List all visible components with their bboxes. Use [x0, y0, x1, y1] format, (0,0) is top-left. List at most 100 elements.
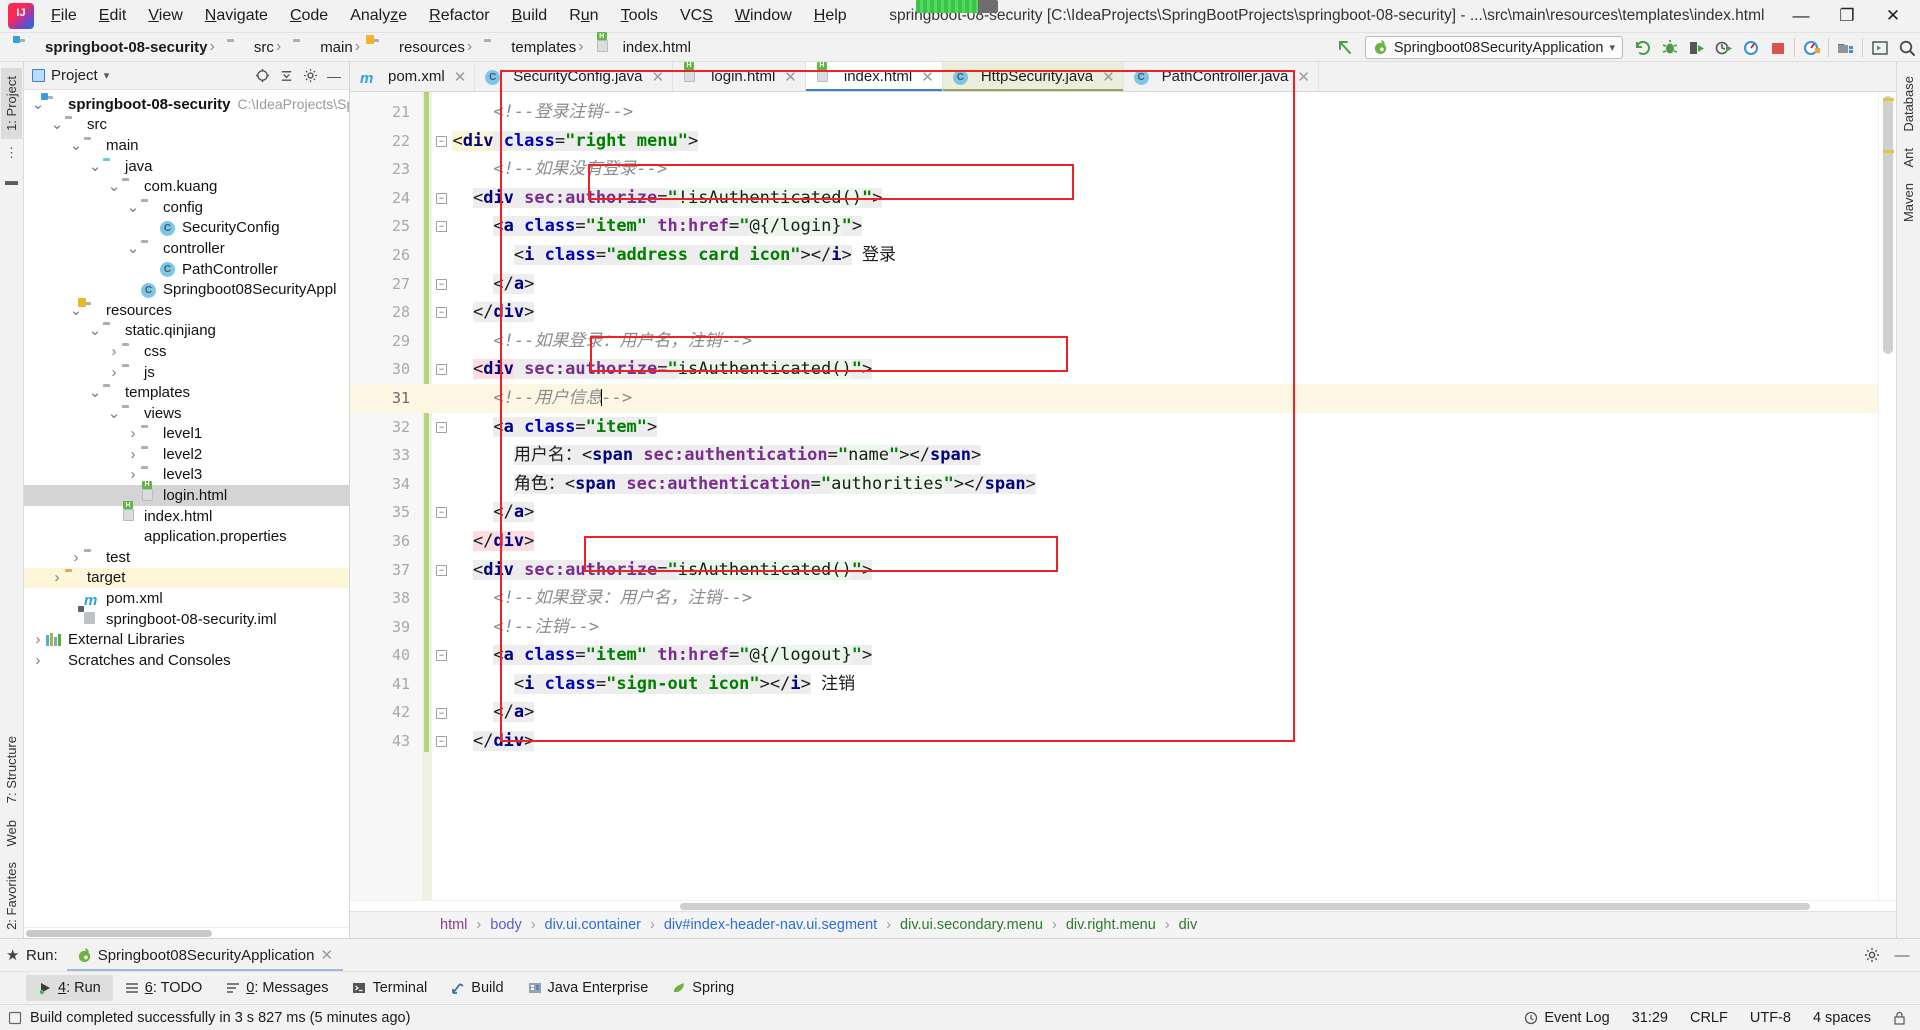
run-configuration-selector[interactable]: Springboot08SecurityApplication ▾ [1364, 36, 1623, 59]
menu-item-help[interactable]: Help [803, 3, 858, 29]
line-number[interactable]: 38 [350, 584, 422, 613]
project-horizontal-scrollbar[interactable] [24, 927, 349, 938]
sidebar-tab-structure[interactable]: 7: Structure [1, 728, 22, 811]
tree-node-config[interactable]: ⌄ config [24, 197, 349, 218]
editor-tab-pathcontroller-java[interactable]: C PathController.java ✕ [1124, 62, 1319, 91]
tree-node-springboot-08-security[interactable]: ⌄ springboot-08-security C:\IdeaProjects\S… [24, 93, 349, 115]
code-line-36[interactable]: </div> [422, 527, 1878, 556]
navbar-crumb-src[interactable]: src [208, 38, 274, 56]
line-number[interactable]: 28 [350, 298, 422, 327]
collapse-all-icon[interactable] [275, 65, 297, 87]
stop-icon[interactable] [1764, 34, 1791, 61]
editor-tab-securityconfig-java[interactable]: C SecurityConfig.java ✕ [475, 62, 674, 91]
editor-tab-httpsecurity-java[interactable]: C HttpSecurity.java ✕ [942, 62, 1124, 91]
chevron-right-icon[interactable]: › [68, 549, 84, 566]
tree-node-securityconfig[interactable]: C SecurityConfig [24, 218, 349, 239]
line-number[interactable]: 41 [350, 670, 422, 699]
chevron-down-icon[interactable]: ⌄ [106, 406, 122, 421]
chevron-down-icon[interactable]: ⌄ [49, 117, 65, 132]
indent-setting[interactable]: 4 spaces [1813, 1010, 1871, 1026]
chevron-right-icon[interactable]: › [125, 425, 141, 442]
line-number[interactable]: 40 [350, 641, 422, 670]
editor-tab-login-html[interactable]: Hlogin.html ✕ [673, 62, 806, 91]
close-icon[interactable]: ✕ [652, 68, 665, 86]
chevron-right-icon[interactable]: › [106, 364, 122, 381]
line-number[interactable]: 31 [350, 383, 422, 413]
run-tab-springboot08securityapplication[interactable]: Springboot08SecurityApplication ✕ [66, 939, 344, 971]
tree-node-views[interactable]: ⌄ views [24, 403, 349, 424]
close-icon[interactable]: ✕ [921, 68, 934, 86]
tree-node-css[interactable]: › css [24, 341, 349, 362]
bottom-tool-tabs[interactable]: 4: Run 6: TODO 0: Messages Terminal Build Jav… [0, 971, 1920, 1004]
line-number[interactable]: 22 [350, 127, 422, 156]
bottom-tab-terminal[interactable]: Terminal [340, 975, 439, 1001]
code-line-21[interactable]: <!--登录注销--> [422, 98, 1878, 127]
hide-panel-icon[interactable]: — [323, 65, 345, 87]
code-line-42[interactable]: </a> [422, 698, 1878, 727]
profiler-icon[interactable] [1710, 34, 1737, 61]
editor-tab-index-html[interactable]: Hindex.html ✕ [805, 62, 943, 91]
coverage-icon[interactable] [1683, 34, 1710, 61]
code-line-28[interactable]: </div> [422, 298, 1878, 327]
menu-item-run[interactable]: Run [558, 3, 609, 29]
close-icon[interactable]: ✕ [1102, 68, 1115, 86]
code-line-30[interactable]: <div sec:authorize="isAuthenticated()"> [422, 355, 1878, 384]
bottom-tab-java-enterprise[interactable]: Java Enterprise [516, 975, 661, 1001]
line-number[interactable]: 33 [350, 441, 422, 470]
tree-node-controller[interactable]: ⌄ controller [24, 238, 349, 259]
tree-node-springboot-08-security-iml[interactable]: springboot-08-security.iml [24, 606, 349, 630]
tree-node-resources[interactable]: ⌄ resources [24, 298, 349, 321]
code-line-29[interactable]: <!--如果登录：用户名，注销--> [422, 327, 1878, 356]
project-structure-icon[interactable] [1832, 34, 1859, 61]
menu-item-navigate[interactable]: Navigate [194, 3, 279, 29]
tree-node-scratches-and-consoles[interactable]: › Scratches and Consoles [24, 650, 349, 671]
maximize-button[interactable]: ❐ [1824, 0, 1870, 33]
debug-icon[interactable] [1656, 34, 1683, 61]
menu-item-edit[interactable]: Edit [88, 3, 138, 29]
sidebar-tab-maven[interactable]: Maven [1898, 175, 1919, 230]
locate-icon[interactable] [251, 65, 273, 87]
menu-item-tools[interactable]: Tools [610, 3, 669, 29]
code-line-38[interactable]: <!--如果登录：用户名，注销--> [422, 584, 1878, 613]
line-number[interactable]: 34 [350, 470, 422, 499]
tree-node-static-qinjiang[interactable]: ⌄ static.qinjiang [24, 321, 349, 342]
chevron-down-icon[interactable]: ⌄ [68, 303, 84, 318]
line-number[interactable]: 35 [350, 498, 422, 527]
tree-node-pathcontroller[interactable]: C PathController [24, 259, 349, 280]
code-line-37[interactable]: <div sec:authorize="isAuthenticated()"> [422, 556, 1878, 585]
menu-item-analyze[interactable]: Analyze [339, 3, 418, 29]
bottom-tab-6-todo[interactable]: 6: TODO [113, 975, 215, 1001]
chevron-right-icon[interactable]: › [125, 446, 141, 463]
back-arrow-icon[interactable] [1332, 34, 1359, 61]
line-number[interactable]: 25 [350, 212, 422, 241]
editor-breadcrumb-bar[interactable]: htmlbodydiv.ui.containerdiv#index-header… [350, 911, 1896, 938]
breadcrumb-div-ui-secondary-menu[interactable]: div.ui.secondary.menu [877, 917, 1043, 933]
navbar-crumb-project[interactable]: springboot-08-security [13, 36, 208, 56]
tree-node-java[interactable]: ⌄ java [24, 156, 349, 177]
line-number[interactable]: 42 [350, 698, 422, 727]
bottom-tab-4-run[interactable]: 4: Run [26, 975, 113, 1001]
breadcrumb-div-index-header-nav-ui-segment[interactable]: div#index-header-nav.ui.segment [641, 917, 877, 933]
close-icon[interactable]: ✕ [784, 68, 797, 86]
rerun-icon[interactable] [1629, 34, 1656, 61]
sidebar-tab-ant[interactable]: Ant [1898, 140, 1919, 176]
hide-panel-icon[interactable]: — [1890, 943, 1914, 967]
file-encoding[interactable]: UTF-8 [1750, 1010, 1791, 1026]
editor-horizontal-scrollbar[interactable] [350, 900, 1896, 911]
code-line-35[interactable]: </a> [422, 498, 1878, 527]
open-console-icon[interactable] [1866, 34, 1893, 61]
line-number[interactable]: 29 [350, 327, 422, 356]
tree-node-pom-xml[interactable]: m pom.xml [24, 588, 349, 609]
lock-icon[interactable] [1893, 1011, 1906, 1025]
chevron-down-icon[interactable]: ⌄ [87, 159, 103, 174]
code-line-24[interactable]: <div sec:authorize="!isAuthenticated()"> [422, 184, 1878, 213]
close-icon[interactable]: ✕ [321, 946, 334, 964]
line-number[interactable]: 21 [350, 98, 422, 127]
breadcrumb-div-ui-container[interactable]: div.ui.container [522, 917, 641, 933]
sidebar-tab-project[interactable]: 1: Project [1, 68, 22, 139]
code-text-area[interactable]: <!--登录注销--> <div class="right menu"> <!-… [422, 92, 1878, 900]
chevron-down-icon[interactable]: ▾ [1609, 41, 1615, 54]
project-tree[interactable]: ⌄ springboot-08-security C:\IdeaProjects\S… [24, 90, 349, 927]
code-line-27[interactable]: </a> [422, 270, 1878, 299]
sidebar-tab-database[interactable]: Database [1898, 68, 1919, 140]
